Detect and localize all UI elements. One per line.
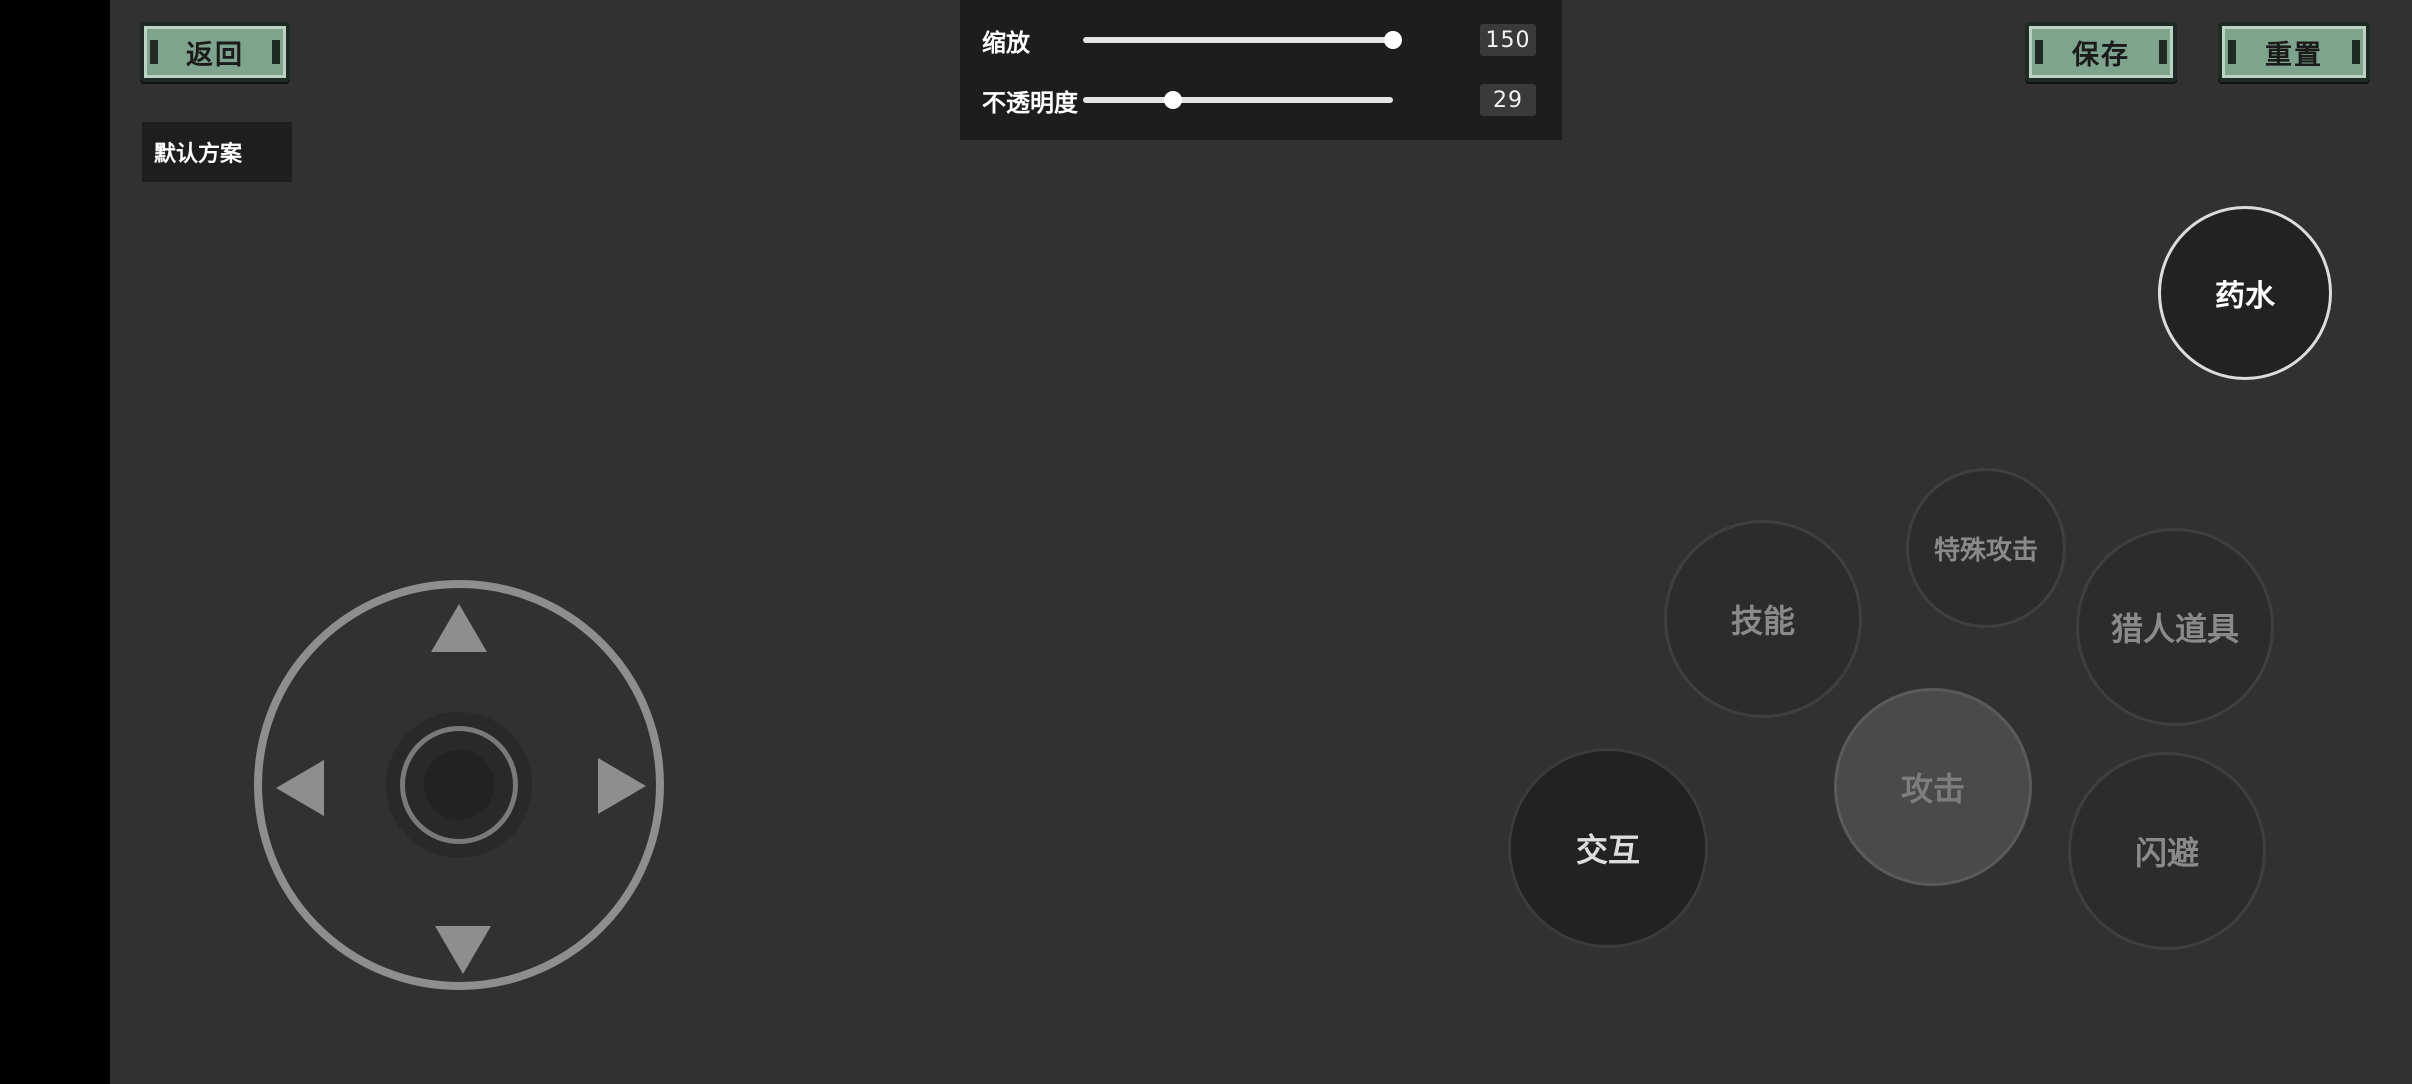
skill-label: 技能 xyxy=(1730,602,1795,640)
potion-button[interactable]: 药水 xyxy=(2158,206,2332,380)
scale-slider[interactable] xyxy=(1083,31,1402,49)
preset-name: 默认方案 xyxy=(154,142,243,167)
arrow-right-icon xyxy=(598,758,646,814)
save-button[interactable]: 保存 xyxy=(2025,22,2177,82)
interact-label: 交互 xyxy=(1575,831,1640,869)
settings-panel: 缩放 150 不透明度 29 xyxy=(960,0,1562,140)
save-button-label: 保存 xyxy=(2072,39,2130,71)
back-button-label: 返回 xyxy=(186,39,244,71)
opacity-row: 不透明度 29 xyxy=(982,80,1542,120)
potion-label: 药水 xyxy=(2215,279,2275,314)
special-attack-label: 特殊攻击 xyxy=(1933,535,2038,566)
attack-label: 攻击 xyxy=(1900,770,1965,808)
reset-button[interactable]: 重置 xyxy=(2218,22,2370,82)
arrow-left-icon xyxy=(276,760,324,816)
scale-value: 150 xyxy=(1480,24,1536,56)
arrow-up-icon xyxy=(431,604,487,652)
dodge-label: 闪避 xyxy=(2134,834,2199,872)
hunter-tool-label: 猎人道具 xyxy=(2110,610,2239,648)
dodge-button[interactable]: 闪避 xyxy=(2068,752,2266,950)
opacity-value: 29 xyxy=(1480,84,1536,116)
opacity-slider[interactable] xyxy=(1083,91,1393,109)
reset-button-label: 重置 xyxy=(2265,39,2323,71)
arrow-down-icon xyxy=(435,926,491,974)
special-attack-button[interactable]: 特殊攻击 xyxy=(1906,468,2066,628)
joystick-knob[interactable] xyxy=(424,750,494,820)
attack-button[interactable]: 攻击 xyxy=(1834,688,2032,886)
left-black-bar xyxy=(0,0,110,1084)
scale-slider-thumb[interactable] xyxy=(1384,31,1402,49)
preset-selector[interactable]: 默认方案 xyxy=(142,122,292,182)
interact-button[interactable]: 交互 xyxy=(1508,748,1708,948)
skill-button[interactable]: 技能 xyxy=(1664,520,1862,718)
scale-row: 缩放 150 xyxy=(982,20,1542,60)
opacity-slider-thumb[interactable] xyxy=(1163,91,1182,109)
hunter-tool-button[interactable]: 猎人道具 xyxy=(2076,528,2274,726)
back-button[interactable]: 返回 xyxy=(140,22,290,82)
